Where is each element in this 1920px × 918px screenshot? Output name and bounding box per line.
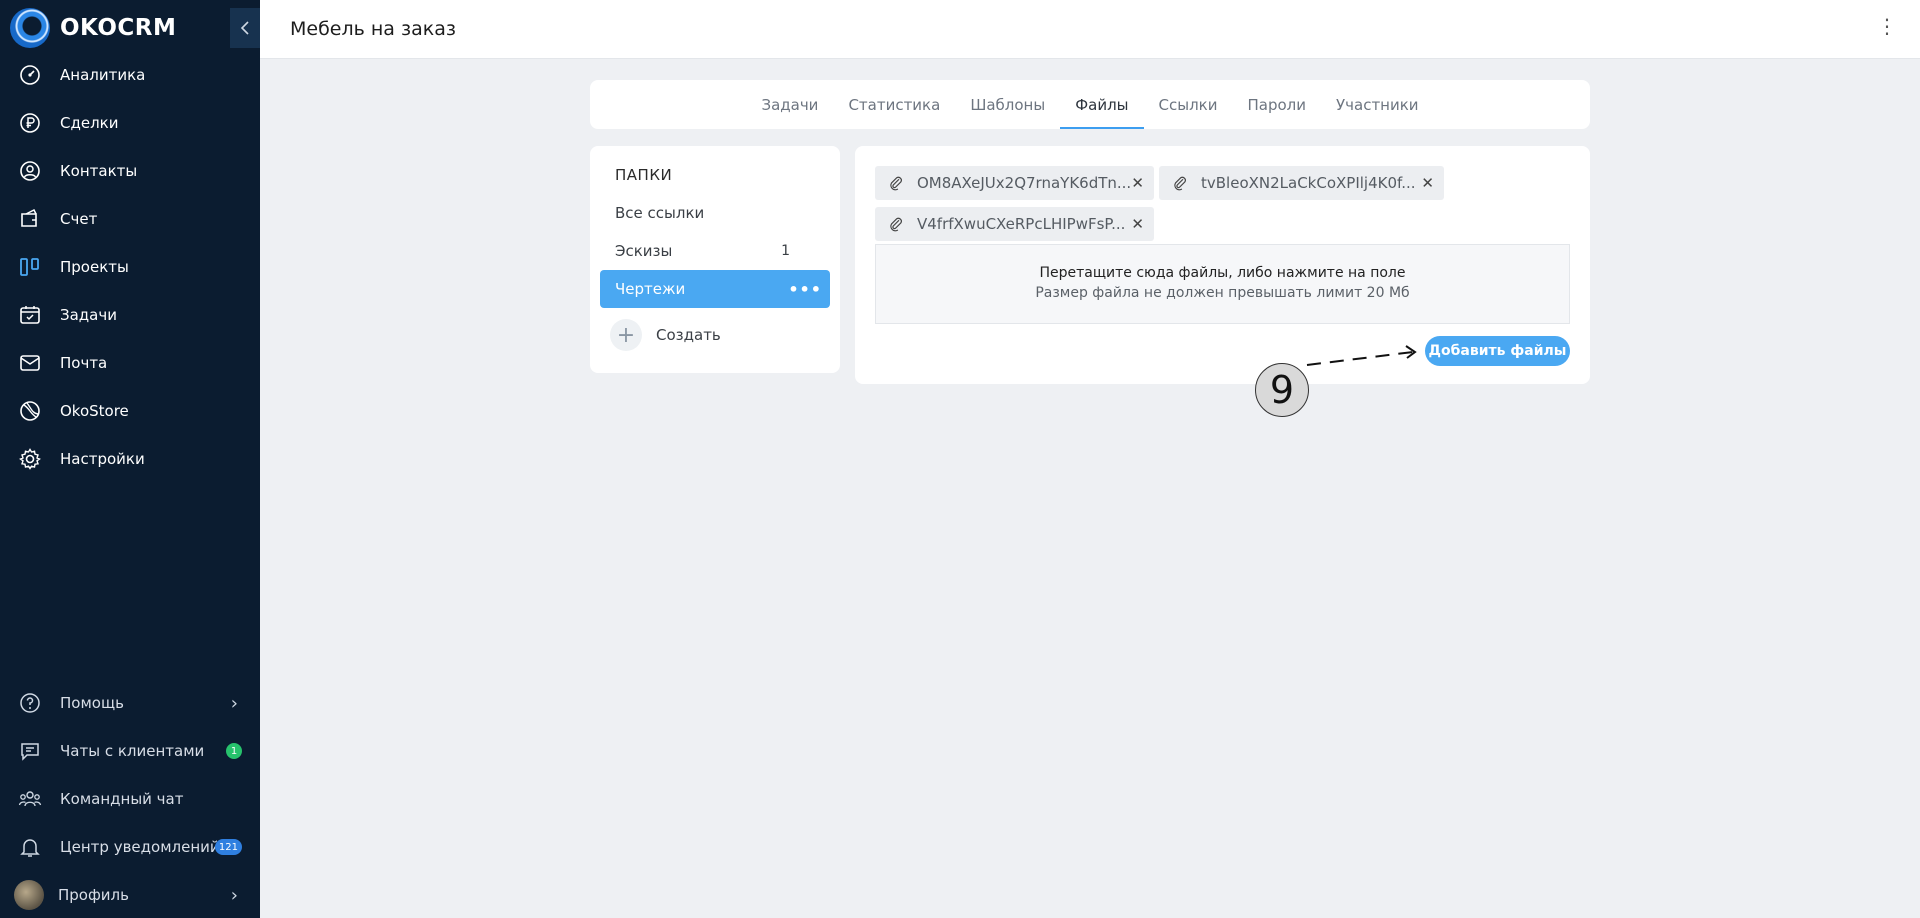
logo[interactable]: OKOCRM [10,8,176,48]
more-options-icon[interactable]: ⋮ [1877,14,1898,38]
store-icon [18,399,42,423]
create-folder-button[interactable]: + Создать [610,319,721,351]
sidebar-item-label: Счет [60,210,98,228]
sidebar: OKOCRM Аналитика Сделки Контакты Счет Пр… [0,0,260,918]
dropzone-instruction: Перетащите сюда файлы, либо нажмите на п… [1039,265,1406,281]
tab-templates[interactable]: Шаблоны [955,80,1060,129]
file-dropzone[interactable]: Перетащите сюда файлы, либо нажмите на п… [875,244,1570,324]
sidebar-item-label: Помощь [60,694,124,712]
files-panel: OM8AXeJUx2Q7rnaYK6dTn... ✕ tvBleoXN2LaCk… [855,146,1590,384]
folder-item-drawings[interactable]: Чертежи ••• [600,270,830,308]
help-icon [18,691,42,715]
attachment-name: V4frfXwuCXeRPcLHIPwFsP... [917,215,1126,233]
mail-icon [18,351,42,375]
sidebar-item-analytics[interactable]: Аналитика [0,51,260,99]
sidebar-item-label: OkoStore [60,402,129,420]
sidebar-bottom-nav: Помощь › Чаты с клиентами 1 Командный ча… [0,679,260,918]
tab-statistics[interactable]: Статистика [833,80,955,129]
page-header: Мебель на заказ ⋮ [260,0,1920,59]
sidebar-item-projects[interactable]: Проекты [0,243,260,291]
sidebar-item-help[interactable]: Помощь › [0,679,260,727]
sidebar-item-mail[interactable]: Почта [0,339,260,387]
sidebar-item-label: Сделки [60,114,119,132]
sidebar-item-okostore[interactable]: OkoStore [0,387,260,435]
gauge-icon [18,63,42,87]
attachment-name: tvBleoXN2LaCkCoXPIlj4K0f... [1201,174,1416,192]
folders-panel: ПАПКИ Все ссылки Эскизы 1 Чертежи ••• + … [590,146,840,373]
tab-files[interactable]: Файлы [1060,80,1144,129]
sidebar-item-label: Командный чат [60,790,184,808]
sidebar-item-label: Настройки [60,450,145,468]
folder-count: 1 [781,243,790,259]
sidebar-item-label: Проекты [60,258,129,276]
attachment-name: OM8AXeJUx2Q7rnaYK6dTn... [917,174,1132,192]
sidebar-item-label: Чаты с клиентами [60,742,205,760]
team-icon [18,787,42,811]
sidebar-item-label: Центр уведомлений [60,838,220,856]
remove-attachment-icon[interactable]: ✕ [1421,174,1434,192]
chevron-right-icon: › [230,884,238,906]
paperclip-icon [1174,176,1186,191]
paperclip-icon [890,176,902,191]
remove-attachment-icon[interactable]: ✕ [1131,174,1144,192]
chat-icon [18,739,42,763]
add-files-button[interactable]: Добавить файлы [1425,336,1570,366]
sidebar-item-contacts[interactable]: Контакты [0,147,260,195]
ruble-icon [18,111,42,135]
avatar [14,880,44,910]
sidebar-item-label: Контакты [60,162,138,180]
kanban-icon [18,255,42,279]
project-tabs-card: Задачи Статистика Шаблоны Файлы Ссылки П… [590,80,1590,129]
dropzone-size-limit: Размер файла не должен превышать лимит 2… [1035,285,1410,301]
attachment-chip: OM8AXeJUx2Q7rnaYK6dTn... ✕ [875,166,1154,200]
sidebar-item-invoice[interactable]: Счет [0,195,260,243]
page-title: Мебель на заказ [290,18,456,40]
tab-tasks[interactable]: Задачи [746,80,833,129]
sidebar-item-settings[interactable]: Настройки [0,435,260,483]
okocrm-logo-icon [10,8,50,48]
calendar-check-icon [18,303,42,327]
sidebar-item-client-chats[interactable]: Чаты с клиентами 1 [0,727,260,775]
folders-title: ПАПКИ [615,166,673,184]
bell-icon [18,835,42,859]
chevron-right-icon: › [230,692,238,714]
tab-links[interactable]: Ссылки [1144,80,1233,129]
sidebar-item-label: Задачи [60,306,117,324]
project-tabs: Задачи Статистика Шаблоны Файлы Ссылки П… [590,80,1590,129]
sidebar-item-label: Почта [60,354,108,372]
paperclip-icon [890,217,902,232]
gear-icon [18,447,42,471]
attachment-chip: tvBleoXN2LaCkCoXPIlj4K0f... ✕ [1159,166,1444,200]
notifications-badge: 121 [214,839,242,855]
chevron-left-icon [240,21,249,35]
folder-label: Эскизы [615,242,673,260]
sidebar-nav: Аналитика Сделки Контакты Счет Проекты З… [0,51,260,483]
step-number-badge: 9 [1255,363,1309,417]
sidebar-item-team-chat[interactable]: Командный чат [0,775,260,823]
tab-members[interactable]: Участники [1321,80,1434,129]
sidebar-item-tasks[interactable]: Задачи [0,291,260,339]
folder-label: Все ссылки [615,204,705,222]
attachment-chip: V4frfXwuCXeRPcLHIPwFsP... ✕ [875,207,1154,241]
folder-item-all-links[interactable]: Все ссылки [600,194,830,232]
sidebar-item-notifications[interactable]: Центр уведомлений 121 [0,823,260,871]
logo-text: OKOCRM [60,15,177,41]
sidebar-item-profile[interactable]: Профиль › [0,871,260,918]
chats-badge: 1 [226,743,242,759]
folder-item-sketches[interactable]: Эскизы 1 [600,232,830,270]
plus-icon: + [610,319,642,351]
create-folder-label: Создать [656,326,721,344]
remove-attachment-icon[interactable]: ✕ [1131,215,1144,233]
collapse-sidebar-button[interactable] [230,8,260,48]
tab-passwords[interactable]: Пароли [1232,80,1321,129]
sidebar-item-deals[interactable]: Сделки [0,99,260,147]
sidebar-item-label: Профиль [58,886,129,904]
annotation-arrow-icon [1306,345,1417,366]
folder-more-icon[interactable]: ••• [788,280,822,299]
sidebar-item-label: Аналитика [60,66,146,84]
invoice-icon [18,207,42,231]
folder-label: Чертежи [615,280,686,298]
user-circle-icon [18,159,42,183]
